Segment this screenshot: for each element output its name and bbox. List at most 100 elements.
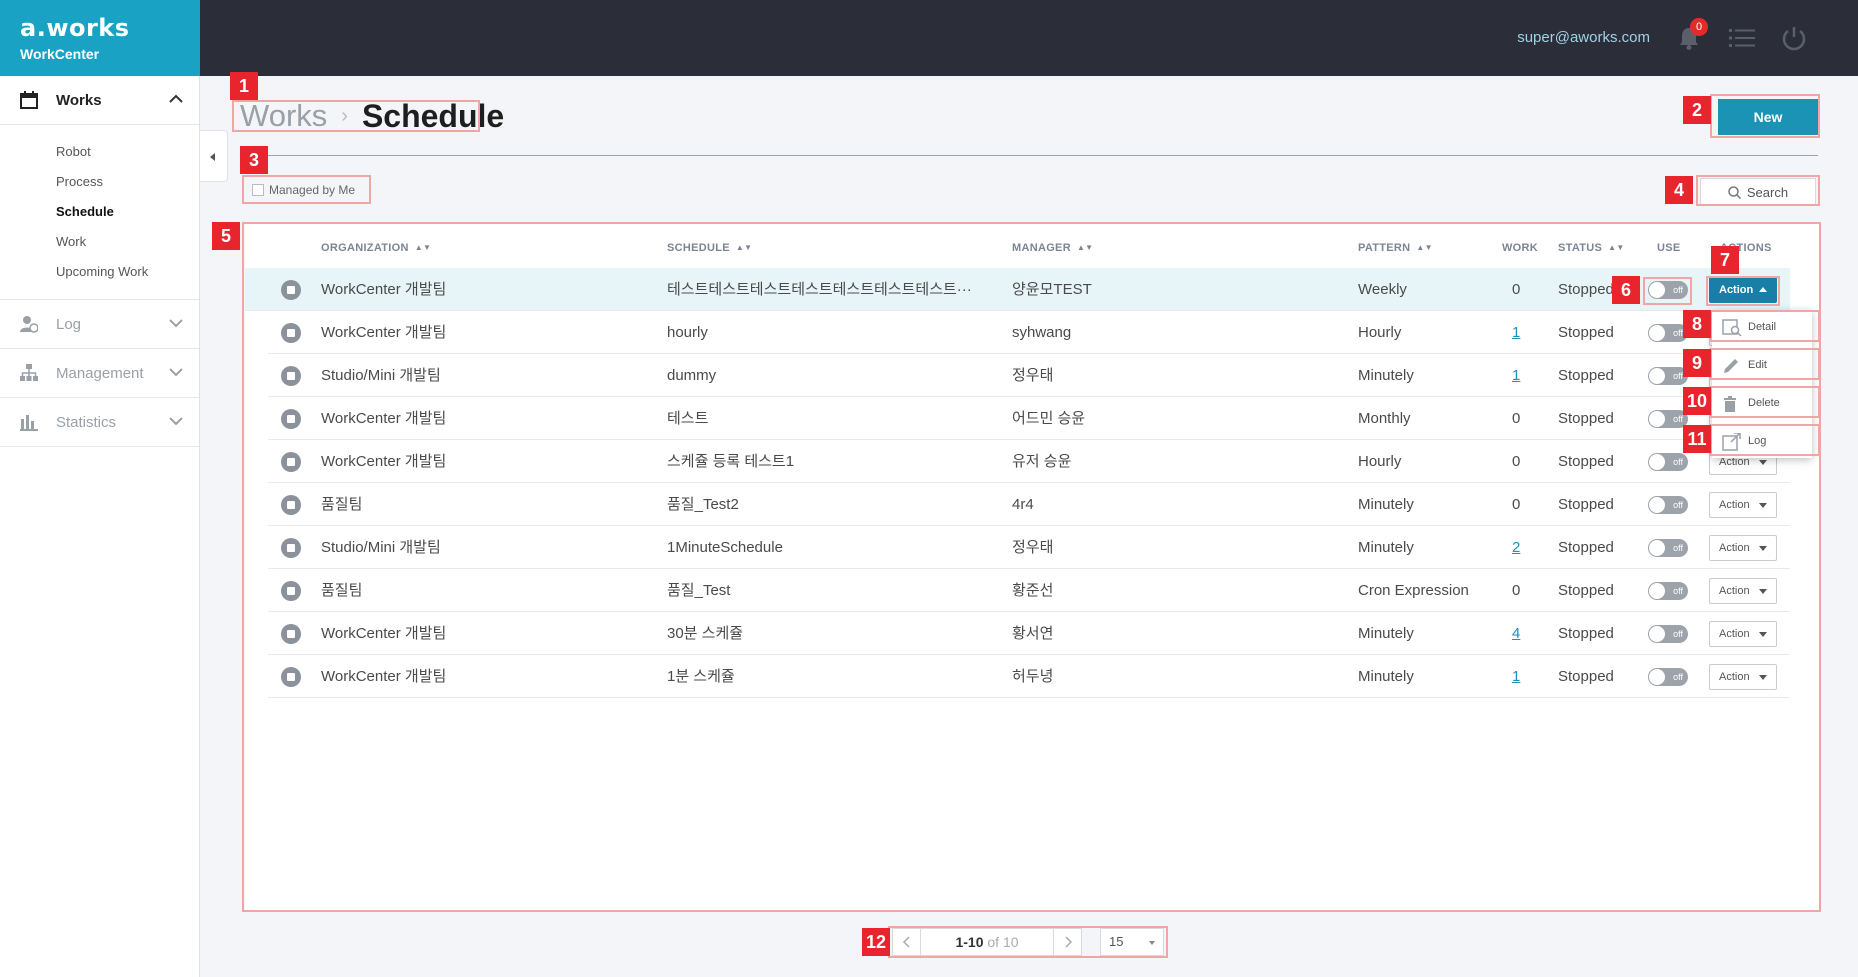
stop-icon[interactable]	[281, 323, 301, 343]
column-label-status: STATUS	[1558, 242, 1603, 254]
cell-work[interactable]: 1	[1512, 655, 1532, 698]
breadcrumb-parent[interactable]: Works	[240, 98, 327, 134]
use-toggle[interactable]: off	[1648, 668, 1688, 686]
use-toggle-label: off	[1673, 328, 1683, 338]
column-label-organization: ORGANIZATION	[321, 242, 409, 254]
use-toggle-label: off	[1673, 285, 1683, 295]
menu-label-log: Log	[1748, 435, 1767, 447]
user-email[interactable]: super@aworks.com	[1517, 29, 1650, 46]
menu-item-detail[interactable]: Detail	[1712, 310, 1812, 346]
action-button[interactable]: Action	[1709, 535, 1777, 561]
table-row[interactable]: 품질팀 품질_Test2 4r4 Minutely 0 Stopped off Action	[268, 483, 1790, 526]
cell-pattern: Minutely	[1358, 539, 1414, 556]
stop-icon[interactable]	[281, 409, 301, 429]
sidebar-item-log[interactable]: Log	[0, 300, 199, 349]
top-bar: a.works WorkCenter super@aworks.com 0	[0, 0, 1858, 76]
external-link-icon	[1722, 433, 1741, 451]
column-header-status[interactable]: STATUS ▲▼	[1558, 242, 1625, 254]
sidebar-item-schedule[interactable]: Schedule	[56, 197, 199, 227]
cell-schedule: 30분 스케쥴	[667, 625, 744, 642]
cell-manager: 정우태	[1012, 367, 1054, 384]
table-row[interactable]: WorkCenter 개발팀 hourly syhwang Hourly 1 Stoppe…	[268, 311, 1790, 354]
annotation-marker: 8	[1683, 310, 1711, 338]
column-header-pattern[interactable]: PATTERN ▲▼	[1358, 242, 1433, 254]
use-toggle[interactable]: off	[1648, 582, 1688, 600]
table-header: ORGANIZATION ▲▼ SCHEDULE ▲▼ MANAGER ▲▼ PATT…	[268, 230, 1790, 268]
annotation-marker: 4	[1665, 176, 1693, 204]
table-row[interactable]: WorkCenter 개발팀 테스트 어드민 승윤 Monthly 0 Stopped of…	[268, 397, 1790, 440]
stop-icon[interactable]	[281, 495, 301, 515]
sidebar-item-upcoming-work[interactable]: Upcoming Work	[56, 257, 199, 287]
sidebar-item-works[interactable]: Works	[0, 76, 199, 125]
sidebar-item-management[interactable]: Management	[0, 349, 199, 398]
cell-work[interactable]: 1	[1512, 354, 1532, 397]
stop-icon[interactable]	[281, 452, 301, 472]
table-row[interactable]: WorkCenter 개발팀 30분 스케쥴 황서연 Minutely 4 Stopped…	[268, 612, 1790, 655]
stop-icon[interactable]	[281, 366, 301, 386]
table-row[interactable]: Studio/Mini 개발팀 dummy 정우태 Minutely 1 Stopped o…	[268, 354, 1790, 397]
cell-organization: WorkCenter 개발팀	[321, 668, 447, 685]
cell-status: Stopped	[1558, 539, 1614, 556]
menu-item-delete[interactable]: Delete	[1712, 386, 1812, 422]
caret-left-icon	[210, 153, 215, 161]
sidebar-label-log: Log	[56, 315, 82, 333]
sidebar-item-process[interactable]: Process	[56, 167, 199, 197]
cell-manager: 유저 승윤	[1012, 453, 1072, 470]
use-toggle[interactable]: off	[1648, 281, 1688, 299]
table-row[interactable]: 품질팀 품질_Test 황준선 Cron Expression 0 Stopped off A…	[268, 569, 1790, 612]
power-icon[interactable]	[1780, 24, 1808, 52]
table-row[interactable]: Studio/Mini 개발팀 1MinuteSchedule 정우태 Minutel…	[268, 526, 1790, 569]
sidebar-collapse-toggle[interactable]	[200, 130, 228, 182]
use-toggle[interactable]: off	[1648, 367, 1688, 385]
prev-page-button[interactable]	[893, 929, 921, 955]
action-button[interactable]: Action	[1709, 277, 1777, 303]
cell-status: Stopped	[1558, 367, 1614, 384]
menu-item-log[interactable]: Log	[1712, 424, 1812, 460]
stop-icon[interactable]	[281, 581, 301, 601]
managed-by-me-filter[interactable]: Managed by Me	[252, 183, 355, 197]
table-row[interactable]: WorkCenter 개발팀 스케쥴 등록 테스트1 유저 승윤 Hourly 0 Sto…	[268, 440, 1790, 483]
stop-icon[interactable]	[281, 538, 301, 558]
use-toggle[interactable]: off	[1648, 496, 1688, 514]
list-icon[interactable]	[1729, 28, 1755, 48]
action-button[interactable]: Action	[1709, 664, 1777, 690]
sidebar: Works Robot Process Schedule Work Upcomi…	[0, 76, 200, 977]
column-label-schedule: SCHEDULE	[667, 242, 730, 254]
sidebar-item-robot[interactable]: Robot	[56, 137, 199, 167]
column-header-use: USE	[1657, 242, 1681, 254]
table-row[interactable]: WorkCenter 개발팀 1분 스케쥴 허두녕 Minutely 1 Stopped o…	[268, 655, 1790, 698]
cell-work: 0	[1512, 496, 1521, 513]
managed-by-me-checkbox[interactable]	[252, 184, 264, 196]
action-button[interactable]: Action	[1709, 621, 1777, 647]
stop-icon[interactable]	[281, 624, 301, 644]
caret-icon	[1759, 546, 1767, 551]
stop-icon[interactable]	[281, 280, 301, 300]
use-toggle[interactable]: off	[1648, 539, 1688, 557]
page-size-select[interactable]: 15	[1100, 928, 1164, 956]
new-button[interactable]: New	[1718, 99, 1818, 135]
cell-manager: 정우태	[1012, 539, 1054, 556]
use-toggle[interactable]: off	[1648, 453, 1688, 471]
column-header-organization[interactable]: ORGANIZATION ▲▼	[321, 242, 431, 254]
cell-work[interactable]: 1	[1512, 311, 1532, 354]
use-toggle[interactable]: off	[1648, 625, 1688, 643]
use-toggle[interactable]: off	[1648, 410, 1688, 428]
cell-status: Stopped	[1558, 281, 1614, 298]
action-button[interactable]: Action	[1709, 492, 1777, 518]
annotation-marker: 11	[1683, 425, 1711, 453]
brand[interactable]: a.works WorkCenter	[0, 0, 200, 76]
sidebar-item-work[interactable]: Work	[56, 227, 199, 257]
search-button[interactable]: Search	[1700, 178, 1816, 206]
next-page-button[interactable]	[1053, 929, 1081, 955]
sidebar-item-statistics[interactable]: Statistics	[0, 398, 199, 447]
cell-work[interactable]: 4	[1512, 612, 1532, 655]
action-button[interactable]: Action	[1709, 578, 1777, 604]
sort-icon: ▲▼	[1416, 243, 1433, 252]
stop-icon[interactable]	[281, 667, 301, 687]
table-row[interactable]: WorkCenter 개발팀 테스트테스트테스트테스트테스트테스트테스트··· 양윤…	[245, 268, 1790, 311]
menu-item-edit[interactable]: Edit	[1712, 348, 1812, 384]
column-header-schedule[interactable]: SCHEDULE ▲▼	[667, 242, 752, 254]
cell-work[interactable]: 2	[1512, 526, 1532, 569]
column-header-manager[interactable]: MANAGER ▲▼	[1012, 242, 1093, 254]
use-toggle[interactable]: off	[1648, 324, 1688, 342]
